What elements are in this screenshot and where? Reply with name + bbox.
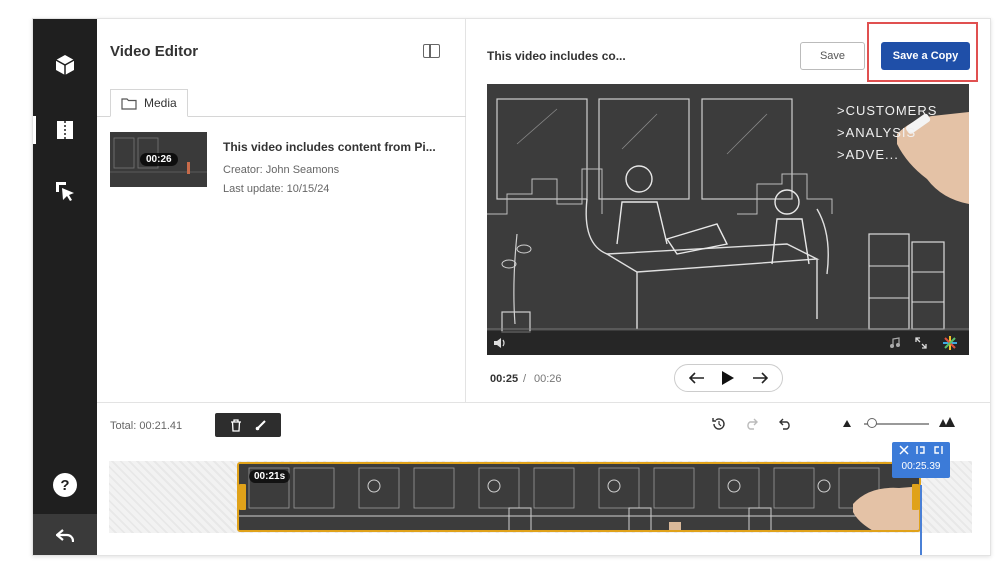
trim-start-icon[interactable] (916, 445, 926, 455)
video-controls-bar (487, 331, 969, 355)
arrow-right-icon[interactable] (752, 372, 768, 384)
cube-icon (55, 55, 75, 75)
playhead-line[interactable] (920, 485, 922, 555)
media-panel: Video Editor Media 00:26 This video incl… (97, 19, 466, 402)
video-editor-window: ? Video Editor Media 00:26 This video in… (32, 18, 991, 556)
timeline-panel: Total: 00:21.41 00:21s 00:25.39 (97, 402, 990, 555)
thumbnail-duration: 00:26 (140, 153, 178, 166)
total-duration-label: Total: 00:21.41 (110, 420, 183, 432)
tab-media[interactable]: Media (110, 89, 188, 117)
clip-duration: 00:21s (249, 470, 291, 483)
rail-item-media[interactable] (33, 45, 97, 85)
undo-icon[interactable] (778, 418, 792, 430)
zoom-out-icon[interactable] (842, 419, 852, 428)
playhead-marker[interactable]: 00:25.39 (892, 442, 950, 478)
history-icon[interactable] (712, 417, 726, 431)
video-text-line: >ANALYSIS (837, 125, 917, 140)
total-time: 00:26 (534, 373, 562, 385)
time-separator: / (523, 373, 527, 385)
folder-icon (121, 97, 137, 110)
save-button[interactable]: Save (800, 42, 865, 70)
clip-filmstrip (239, 464, 919, 530)
media-item-creator: Creator: John Seamons (223, 164, 340, 176)
help-icon[interactable]: ? (53, 473, 77, 497)
video-player[interactable]: >CUSTOMERS >ANALYSIS >ADVE... (487, 84, 969, 355)
trash-icon[interactable] (230, 418, 242, 432)
scissors-icon[interactable] (899, 445, 909, 455)
video-text-line: >CUSTOMERS (837, 103, 938, 118)
music-icon[interactable] (889, 337, 901, 349)
play-icon[interactable] (721, 370, 735, 386)
sidebar-toggle-icon[interactable] (423, 44, 440, 58)
rail-item-interactions[interactable] (33, 171, 97, 211)
trim-handle-right[interactable] (912, 484, 919, 510)
media-list-item[interactable]: 00:26 This video includes content from P… (110, 132, 450, 195)
cursor-select-icon (56, 182, 74, 201)
playhead-time: 00:25.39 (901, 461, 941, 472)
preview-panel: This video includes co... Save Save a Co… (466, 19, 990, 402)
undo-back-icon (56, 528, 74, 542)
zoom-in-icon[interactable] (938, 416, 956, 428)
trim-end-icon[interactable] (933, 445, 943, 455)
media-item-last-update: Last update: 10/15/24 (223, 183, 330, 195)
zoom-control (842, 414, 962, 434)
rail-item-editor[interactable] (33, 110, 97, 150)
logo-icon (943, 336, 957, 350)
zoom-slider-handle[interactable] (867, 418, 877, 428)
current-time: 00:25 (490, 373, 519, 385)
split-icon[interactable] (255, 419, 267, 431)
page-title: Video Editor (110, 43, 199, 60)
save-copy-button[interactable]: Save a Copy (881, 42, 970, 70)
video-text-line: >ADVE... (837, 147, 899, 162)
arrow-left-icon[interactable] (689, 372, 705, 384)
media-item-title: This video includes content from Pi... (223, 140, 436, 154)
trim-handle-left[interactable] (239, 484, 246, 510)
back-button[interactable] (33, 514, 97, 555)
left-rail: ? (33, 19, 97, 555)
volume-icon[interactable] (493, 337, 507, 349)
redo-icon[interactable] (745, 418, 759, 430)
book-icon (57, 121, 73, 139)
fullscreen-icon[interactable] (915, 337, 927, 349)
media-thumbnail: 00:26 (110, 132, 207, 187)
video-title: This video includes co... (487, 49, 626, 63)
tab-media-label: Media (144, 96, 177, 110)
playhead-tools (892, 445, 950, 455)
clip-tools (215, 413, 281, 437)
timeline-clip[interactable]: 00:21s (237, 462, 921, 532)
playback-controls (674, 364, 783, 392)
history-controls (712, 415, 792, 433)
